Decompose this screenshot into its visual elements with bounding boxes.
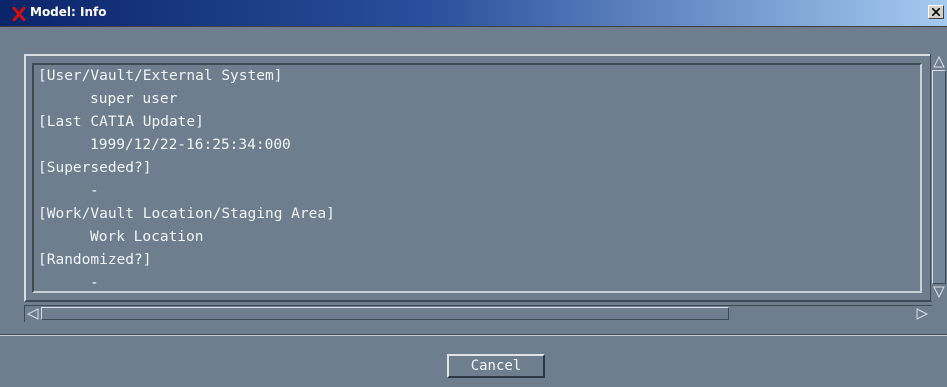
catia-x-icon xyxy=(12,6,26,22)
info-heading: [Randomized?] xyxy=(38,252,152,268)
info-value: 1999/12/22-16:25:34:000 xyxy=(90,137,291,153)
scroll-left-arrow-icon[interactable] xyxy=(26,307,40,321)
info-text-area[interactable]: [User/Vault/External System] super user … xyxy=(32,63,922,293)
horizontal-scroll-thumb[interactable] xyxy=(41,307,729,320)
info-heading: [Work/Vault Location/Staging Area] xyxy=(38,206,335,222)
cancel-button[interactable]: Cancel xyxy=(447,354,545,378)
info-heading: [Last CATIA Update] xyxy=(38,114,204,130)
info-value: Work Location xyxy=(90,229,204,245)
window-title: Model: Info xyxy=(30,5,107,19)
info-value: - xyxy=(90,183,99,199)
model-info-dialog: Model: Info [User/Vault/External System]… xyxy=(0,0,947,387)
close-button[interactable] xyxy=(928,5,944,19)
vertical-scroll-thumb[interactable] xyxy=(932,70,946,284)
scroll-down-arrow-icon[interactable] xyxy=(932,285,946,299)
title-bar[interactable]: Model: Info xyxy=(0,0,947,27)
divider xyxy=(0,334,947,336)
scroll-right-arrow-icon[interactable] xyxy=(915,307,929,321)
info-heading: [Superseded?] xyxy=(38,160,152,176)
vertical-scrollbar[interactable] xyxy=(930,54,947,301)
info-value: - xyxy=(90,275,99,291)
horizontal-scrollbar[interactable] xyxy=(24,305,932,322)
scroll-up-arrow-icon[interactable] xyxy=(932,55,946,69)
info-heading: [User/Vault/External System] xyxy=(38,68,283,84)
info-value: super user xyxy=(90,91,178,107)
